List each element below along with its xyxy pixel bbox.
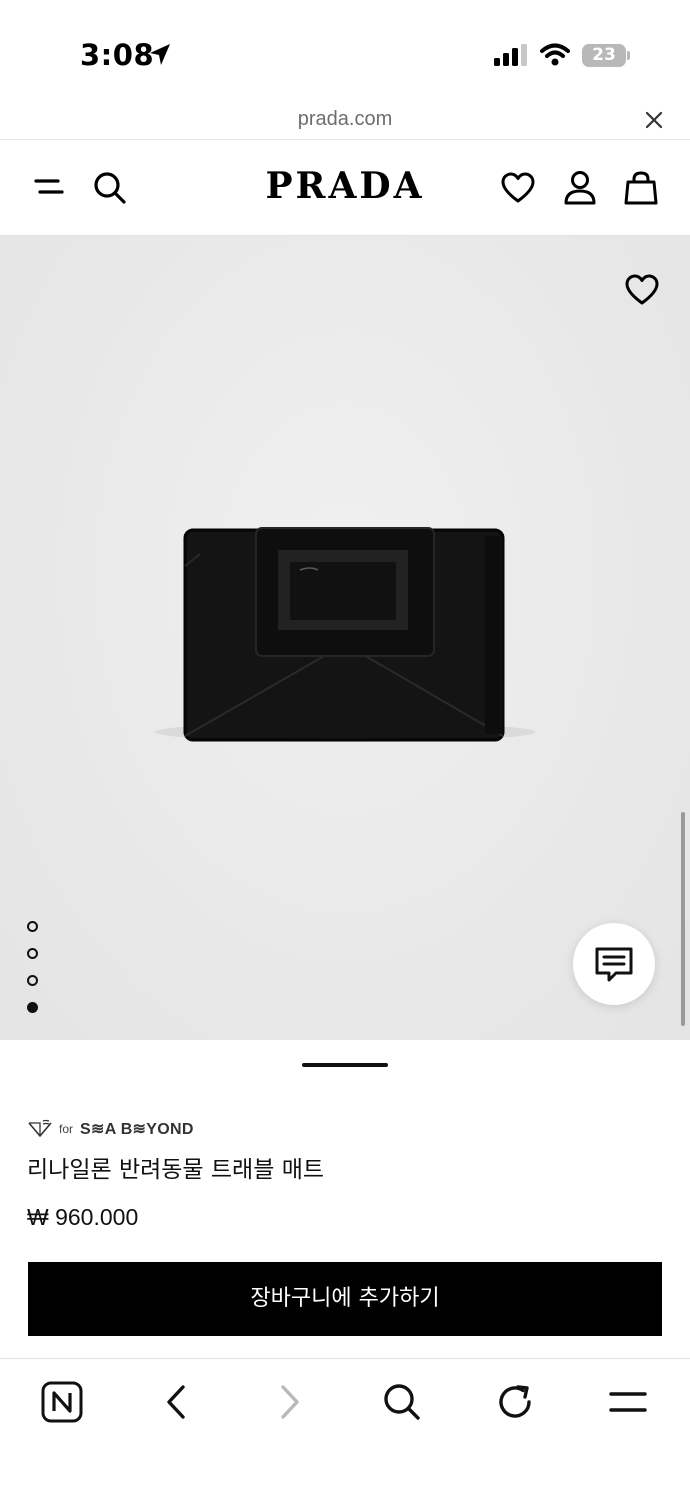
status-time: 3:08	[80, 38, 155, 72]
location-arrow-icon	[148, 42, 172, 72]
gallery-pagination	[27, 921, 38, 1029]
naver-home-icon[interactable]	[41, 1381, 83, 1427]
status-bar: 3:08 23	[0, 0, 690, 100]
product-name: 리나일론 반려동물 트래블 매트	[27, 1157, 325, 1183]
site-header: PRADA	[0, 141, 690, 236]
reload-icon[interactable]	[496, 1381, 536, 1427]
search-icon[interactable]	[382, 1381, 422, 1427]
forward-icon	[277, 1381, 303, 1427]
scrollbar[interactable]	[681, 812, 685, 1026]
url-bar[interactable]: prada.com	[0, 100, 690, 140]
chat-icon	[595, 947, 633, 982]
product-image	[155, 527, 535, 742]
battery-icon: 23	[582, 44, 626, 67]
account-icon[interactable]	[563, 170, 597, 210]
sea-beyond-badge: for S≋A B≋YOND	[27, 1118, 194, 1140]
gallery-dot-active[interactable]	[27, 1002, 38, 1013]
back-icon[interactable]	[163, 1381, 189, 1427]
wishlist-heart-icon[interactable]	[501, 172, 535, 208]
sea-beyond-name: S≋A B≋YOND	[80, 1121, 194, 1138]
chat-button[interactable]	[573, 923, 655, 1005]
close-icon[interactable]	[644, 110, 664, 134]
wifi-icon	[540, 42, 570, 70]
sea-beyond-icon	[28, 1119, 52, 1137]
browser-toolbar	[0, 1358, 690, 1500]
add-to-cart-button[interactable]: 장바구니에 추가하기	[28, 1262, 662, 1336]
gallery-dot[interactable]	[27, 921, 38, 932]
gallery-dot[interactable]	[27, 975, 38, 986]
gallery-dot[interactable]	[27, 948, 38, 959]
product-price: ₩ 960.000	[27, 1204, 139, 1230]
wishlist-heart-icon[interactable]	[625, 274, 659, 310]
sea-beyond-for: for	[59, 1122, 74, 1136]
shopping-bag-icon[interactable]	[624, 170, 658, 210]
url-text[interactable]: prada.com	[0, 108, 690, 131]
cellular-signal-icon	[494, 44, 528, 70]
sheet-handle[interactable]	[302, 1063, 388, 1067]
product-image-gallery[interactable]	[0, 236, 690, 1040]
menu-icon[interactable]	[608, 1381, 648, 1427]
battery-tip	[627, 51, 630, 60]
